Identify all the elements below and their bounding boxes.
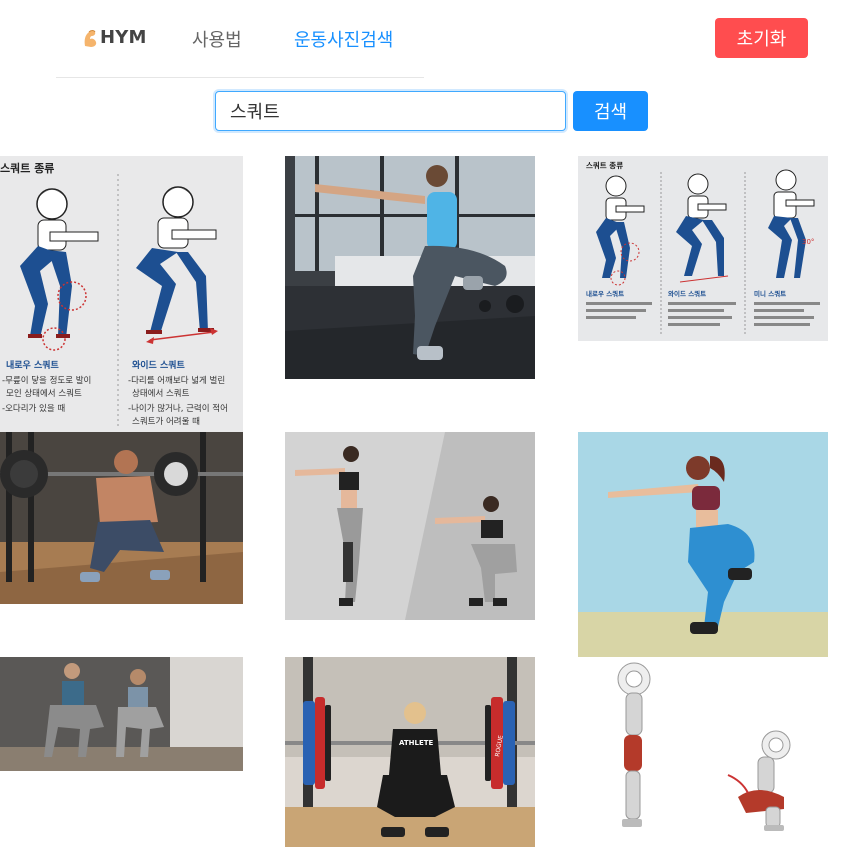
search-button[interactable]: 검색 [573, 91, 648, 131]
result-image-7[interactable] [0, 657, 243, 771]
search-input[interactable] [215, 91, 566, 131]
result-image-3[interactable]: 스쿼트 종류 30° 내로우 스쿼트 와이드 스쿼트 미니 스쿼트 [578, 156, 828, 341]
nav-link-photo-search[interactable]: 운동사진검색 [294, 26, 393, 52]
svg-text:-다리를 어깨보다 넓게 벌린: -다리를 어깨보다 넓게 벌린 [128, 375, 225, 386]
result-image-4[interactable] [0, 432, 243, 604]
result-image-6[interactable] [578, 432, 828, 657]
svg-text:내로우 스쿼트: 내로우 스쿼트 [6, 359, 60, 371]
result-image-5[interactable] [285, 432, 535, 620]
infographic-title: 스쿼트 종류 [0, 161, 54, 175]
top-nav: HYM 사용법 운동사진검색 [56, 0, 424, 78]
logo-text: HYM [100, 27, 147, 48]
svg-text:ATHLETE: ATHLETE [399, 739, 434, 747]
svg-text:모인 상태에서 스쿼트: 모인 상태에서 스쿼트 [6, 388, 82, 399]
nav-link-howto[interactable]: 사용법 [192, 26, 242, 52]
svg-text:스쿼트 종류: 스쿼트 종류 [586, 160, 623, 170]
svg-text:-무릎이 닿을 정도로 발이: -무릎이 닿을 정도로 발이 [2, 375, 91, 386]
svg-text:-오다리가 있을 때: -오다리가 있을 때 [2, 403, 65, 414]
logo[interactable]: HYM [82, 27, 147, 48]
flexed-arm-icon [82, 28, 98, 48]
result-image-1[interactable]: 스쿼트 종류 내로우 스쿼트 -무릎이 닿을 정도로 발이 모인 상태에서 스쿼… [0, 156, 243, 432]
svg-text:내로우 스쿼트: 내로우 스쿼트 [586, 289, 624, 298]
svg-text:와이드 스쿼트: 와이드 스쿼트 [668, 289, 706, 298]
svg-text:와이드 스쿼트: 와이드 스쿼트 [132, 359, 186, 371]
svg-text:30°: 30° [802, 238, 814, 246]
svg-text:스쿼트가 어려울 때: 스쿼트가 어려울 때 [132, 416, 200, 427]
svg-text:-나이가 많거나, 근력이 적어: -나이가 많거나, 근력이 적어 [128, 403, 228, 414]
result-image-9[interactable] [578, 657, 828, 837]
svg-text:상태에서 스쿼트: 상태에서 스쿼트 [132, 388, 190, 399]
result-image-8[interactable]: ROGUE ATHLETE [285, 657, 535, 847]
reset-button[interactable]: 초기화 [715, 18, 808, 58]
svg-text:미니 스쿼트: 미니 스쿼트 [754, 289, 786, 298]
result-image-2[interactable] [285, 156, 535, 379]
